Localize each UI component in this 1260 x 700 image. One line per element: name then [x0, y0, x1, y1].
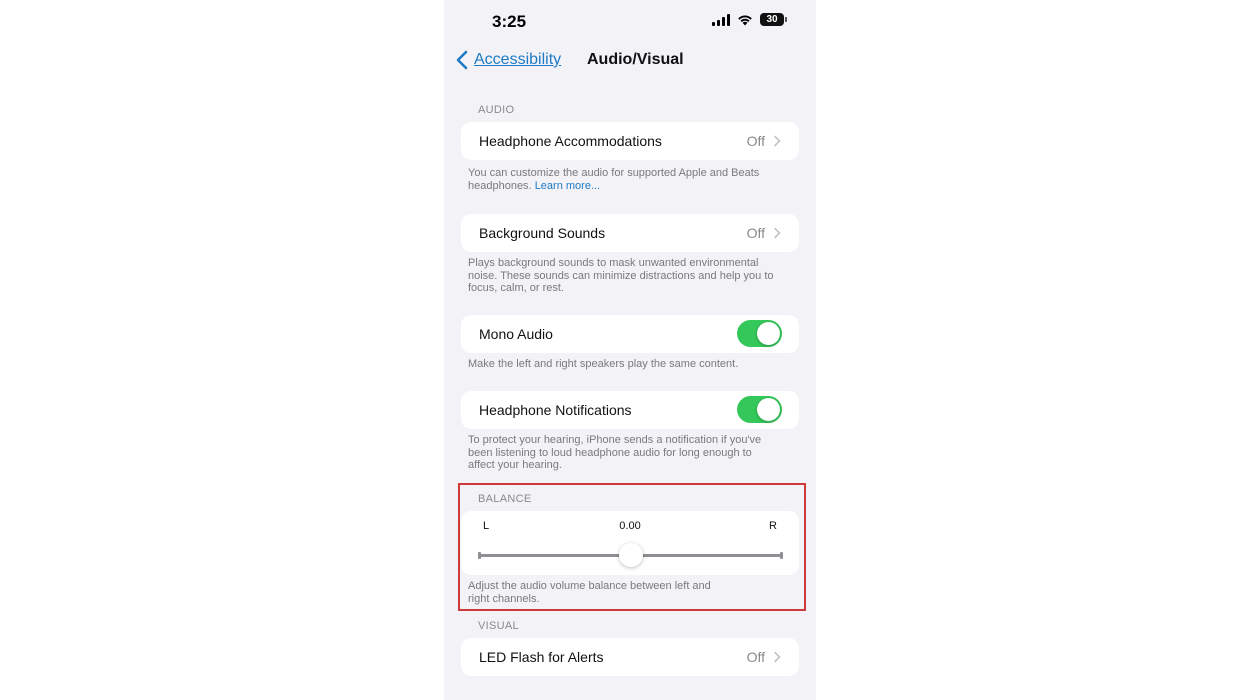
headphone-notifications-footer: To protect your hearing, iPhone sends a … — [468, 434, 762, 471]
chevron-right-icon — [774, 227, 781, 239]
mono-audio-footer: Make the left and right speakers play th… — [468, 358, 739, 370]
slider-min-cap — [478, 552, 481, 559]
chevron-right-icon — [774, 135, 781, 147]
row-label: Background Sounds — [479, 225, 606, 241]
mono-audio-row: Mono Audio — [461, 315, 799, 353]
status-icons: 30 — [712, 13, 787, 26]
cellular-signal-icon — [712, 13, 730, 26]
balance-right-label: R — [769, 520, 777, 532]
toggle-knob — [757, 398, 780, 421]
chevron-right-icon — [774, 651, 781, 663]
headphone-accommodations-footer: You can customize the audio for supporte… — [468, 167, 788, 192]
back-button[interactable]: Accessibility — [454, 49, 561, 71]
row-value: Off — [746, 649, 765, 665]
section-header-balance: BALANCE — [478, 493, 532, 505]
section-header-visual: VISUAL — [478, 620, 519, 632]
balance-value: 0.00 — [619, 520, 641, 532]
chevron-left-icon — [456, 50, 468, 70]
row-value: Off — [746, 133, 765, 149]
row-label: Headphone Accommodations — [479, 133, 662, 149]
toggle-knob — [757, 322, 780, 345]
background-sounds-footer: Plays background sounds to mask unwanted… — [468, 257, 774, 294]
headphone-notifications-toggle[interactable] — [737, 396, 782, 423]
headphone-accommodations-row[interactable]: Headphone Accommodations Off — [461, 122, 799, 160]
row-label: LED Flash for Alerts — [479, 649, 604, 665]
balance-footer: Adjust the audio volume balance between … — [468, 580, 711, 605]
headphone-notifications-row: Headphone Notifications — [461, 391, 799, 429]
status-time: 3:25 — [492, 12, 527, 31]
section-header-audio: AUDIO — [478, 104, 515, 116]
footer-text: You can customize the audio for supporte… — [468, 167, 760, 192]
back-button-label[interactable]: Accessibility — [474, 51, 561, 69]
battery-icon: 30 — [760, 13, 787, 26]
row-value: Off — [746, 225, 765, 241]
balance-slider-thumb[interactable] — [618, 543, 643, 567]
led-flash-row[interactable]: LED Flash for Alerts Off — [461, 638, 799, 676]
row-label: Headphone Notifications — [479, 402, 632, 418]
balance-slider[interactable] — [478, 543, 783, 567]
wifi-icon — [738, 14, 752, 25]
background-sounds-row[interactable]: Background Sounds Off — [461, 214, 799, 252]
mono-audio-toggle[interactable] — [737, 320, 782, 347]
phone-screen: 3:25 30 Accessibility Audio/Visual AUDIO… — [444, 0, 816, 700]
learn-more-link[interactable]: Learn more... — [535, 180, 600, 192]
page-title: Audio/Visual — [587, 51, 684, 68]
balance-card: L 0.00 R — [461, 511, 799, 575]
slider-max-cap — [780, 552, 783, 559]
row-label: Mono Audio — [479, 326, 553, 342]
